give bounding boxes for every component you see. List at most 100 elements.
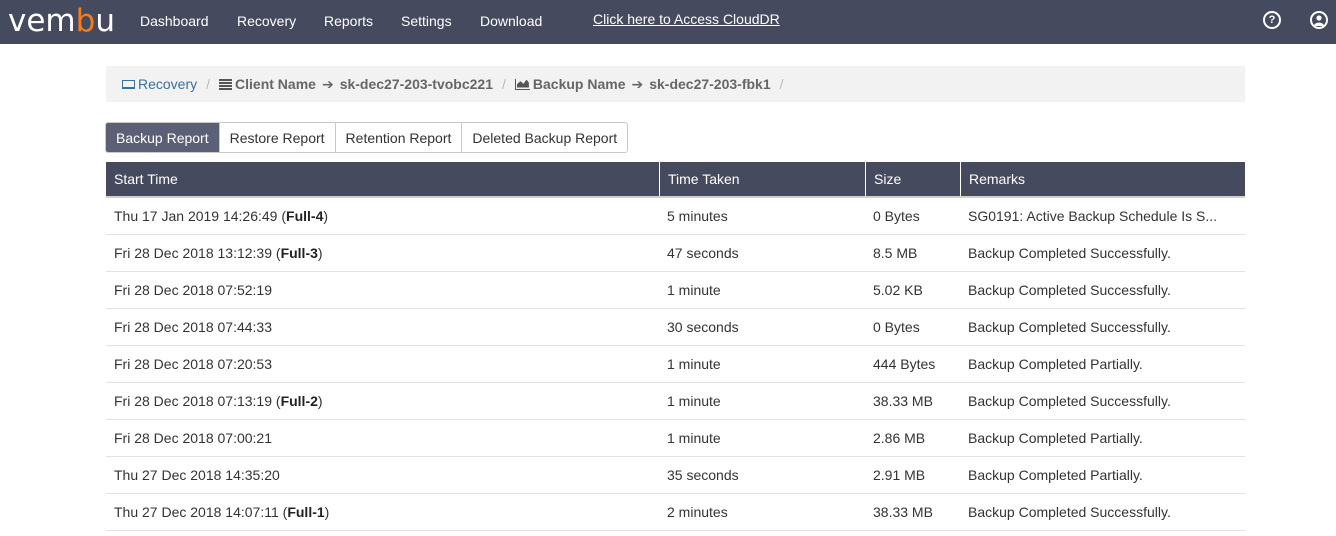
user-icon[interactable] xyxy=(1310,11,1328,29)
cell-size: 8.5 MB xyxy=(873,245,918,261)
cell-remarks: Backup Completed Successfully. xyxy=(968,504,1171,520)
table-row[interactable]: Fri 28 Dec 2018 07:13:19 (Full-2) 1 minut… xyxy=(106,383,1245,420)
cell-time-taken: 1 minute xyxy=(667,430,721,446)
cell-start-time: Fri 28 Dec 2018 07:20:53 xyxy=(106,346,659,382)
backup-type-tag: Full-4 xyxy=(286,208,324,224)
cell-size: 0 Bytes xyxy=(873,208,920,224)
start-time-text: Thu 17 Jan 2019 14:26:49 xyxy=(114,208,278,224)
column-header-time-taken[interactable]: Time Taken xyxy=(659,162,865,196)
logo-text-part3: u xyxy=(95,3,115,39)
nav-reports[interactable]: Reports xyxy=(324,12,373,30)
start-time-text: Thu 27 Dec 2018 14:35:20 xyxy=(114,467,280,483)
cell-remarks: Backup Completed Successfully. xyxy=(968,245,1171,261)
table-row[interactable]: Fri 28 Dec 2018 07:52:19 1 minute 5.02 KB B… xyxy=(106,272,1245,309)
cell-start-time: Thu 17 Jan 2019 14:26:49 (Full-4) xyxy=(106,198,659,234)
logo-text-accent: b xyxy=(75,3,96,39)
tag-paren-open: ( xyxy=(272,245,281,261)
start-time-text: Fri 28 Dec 2018 07:52:19 xyxy=(114,282,272,298)
nav-settings[interactable]: Settings xyxy=(401,12,452,30)
tab-restore-report[interactable]: Restore Report xyxy=(218,123,335,152)
column-header-size[interactable]: Size xyxy=(865,162,960,196)
cell-time-taken: 5 minutes xyxy=(667,208,728,224)
list-icon xyxy=(219,78,233,90)
laptop-icon xyxy=(122,79,135,89)
cell-time-taken: 1 minute xyxy=(667,356,721,372)
cell-size: 0 Bytes xyxy=(873,319,920,335)
start-time-text: Fri 28 Dec 2018 13:12:39 xyxy=(114,245,272,261)
cell-time-taken: 1 minute xyxy=(667,282,721,298)
arrow-right-icon: ➔ xyxy=(631,75,644,92)
column-header-remarks[interactable]: Remarks xyxy=(960,162,1245,196)
table-row[interactable]: Thu 27 Dec 2018 14:35:20 35 seconds 2.91 M… xyxy=(106,457,1245,494)
cell-start-time: Thu 27 Dec 2018 14:07:11 (Full-1) xyxy=(106,494,659,530)
nav-download[interactable]: Download xyxy=(480,12,542,30)
table-row[interactable]: Thu 17 Jan 2019 14:26:49 (Full-4) 5 minut… xyxy=(106,198,1245,235)
table-row[interactable]: Fri 28 Dec 2018 13:12:39 (Full-3) 47 seco… xyxy=(106,235,1245,272)
tag-paren-close: ) xyxy=(317,245,323,261)
breadcrumb-backup-label: Backup Name xyxy=(532,76,626,92)
cell-remarks: Backup Completed Successfully. xyxy=(968,282,1171,298)
cell-remarks: Backup Completed Partially. xyxy=(968,430,1143,446)
cell-size: 2.91 MB xyxy=(873,467,926,483)
top-navbar: vem b u Dashboard Recovery Reports Setting… xyxy=(0,0,1336,44)
breadcrumb-recovery-link[interactable]: Recovery xyxy=(122,76,197,92)
table-header: Start Time Time Taken Size Remarks xyxy=(106,162,1245,198)
logo-text-part1: vem xyxy=(8,3,76,39)
tag-paren-open: ( xyxy=(278,504,288,520)
cell-start-time: Fri 28 Dec 2018 13:12:39 (Full-3) xyxy=(106,235,659,271)
arrow-right-icon: ➔ xyxy=(321,75,334,92)
backup-type-tag: Full-1 xyxy=(287,504,325,520)
breadcrumb-backup: Backup Name ➔ sk-dec27-203-fbk1 xyxy=(514,75,771,93)
cell-size: 38.33 MB xyxy=(873,504,933,520)
start-time-text: Fri 28 Dec 2018 07:00:21 xyxy=(114,430,272,446)
start-time-text: Fri 28 Dec 2018 07:44:33 xyxy=(114,319,272,335)
clouddr-link[interactable]: Click here to Access CloudDR xyxy=(593,11,780,27)
backup-type-tag: Full-3 xyxy=(280,245,318,261)
breadcrumb-client-label: Client Name xyxy=(235,76,316,92)
help-icon[interactable]: ? xyxy=(1263,11,1281,29)
start-time-text: Thu 27 Dec 2018 14:07:11 xyxy=(114,504,279,520)
tag-paren-close: ) xyxy=(324,504,330,520)
breadcrumb-separator: / xyxy=(206,76,211,92)
cell-time-taken: 35 seconds xyxy=(667,467,739,483)
vembu-logo[interactable]: vem b u xyxy=(8,3,115,39)
breadcrumb-backup-value: sk-dec27-203-fbk1 xyxy=(649,76,771,92)
backup-report-table: Start Time Time Taken Size Remarks Thu 1… xyxy=(106,162,1245,531)
cell-remarks: SG0191: Active Backup Schedule Is S... xyxy=(968,208,1218,224)
cell-time-taken: 47 seconds xyxy=(667,245,739,261)
report-tabs: Backup Report Restore Report Retention R… xyxy=(105,122,629,153)
table-body: Thu 17 Jan 2019 14:26:49 (Full-4) 5 minut… xyxy=(106,198,1245,531)
user-glyph-icon xyxy=(1314,15,1324,26)
cell-start-time: Thu 27 Dec 2018 14:35:20 xyxy=(106,457,659,493)
cell-remarks: Backup Completed Partially. xyxy=(968,356,1143,372)
tag-paren-close: ) xyxy=(323,208,329,224)
table-row[interactable]: Thu 27 Dec 2018 14:07:11 (Full-1) 2 minut… xyxy=(106,494,1245,531)
cell-size: 2.86 MB xyxy=(873,430,926,446)
nav-recovery[interactable]: Recovery xyxy=(237,12,296,30)
column-header-start-time[interactable]: Start Time xyxy=(106,162,659,196)
cell-size: 38.33 MB xyxy=(873,393,933,409)
tag-paren-open: ( xyxy=(277,208,287,224)
cell-start-time: Fri 28 Dec 2018 07:52:19 xyxy=(106,272,659,308)
cell-start-time: Fri 28 Dec 2018 07:44:33 xyxy=(106,309,659,345)
breadcrumb-recovery-label: Recovery xyxy=(138,76,198,92)
cell-start-time: Fri 28 Dec 2018 07:13:19 (Full-2) xyxy=(106,383,659,419)
tab-retention-report[interactable]: Retention Report xyxy=(334,123,462,152)
cell-size: 5.02 KB xyxy=(873,282,923,298)
cell-start-time: Fri 28 Dec 2018 07:00:21 xyxy=(106,420,659,456)
area-chart-icon xyxy=(514,78,530,90)
cell-time-taken: 2 minutes xyxy=(667,504,728,520)
table-row[interactable]: Fri 28 Dec 2018 07:20:53 1 minute 444 Byte… xyxy=(106,346,1245,383)
cell-time-taken: 30 seconds xyxy=(667,319,739,335)
tab-backup-report[interactable]: Backup Report xyxy=(106,123,219,152)
cell-size: 444 Bytes xyxy=(873,356,936,372)
table-row[interactable]: Fri 28 Dec 2018 07:44:33 30 seconds 0 Byte… xyxy=(106,309,1245,346)
breadcrumb-separator: / xyxy=(779,76,784,92)
tag-paren-open: ( xyxy=(272,393,281,409)
tab-deleted-backup-report[interactable]: Deleted Backup Report xyxy=(461,123,628,152)
breadcrumb-client-value: sk-dec27-203-tvobc221 xyxy=(339,76,493,92)
table-row[interactable]: Fri 28 Dec 2018 07:00:21 1 minute 2.86 MB B… xyxy=(106,420,1245,457)
nav-dashboard[interactable]: Dashboard xyxy=(140,12,209,30)
start-time-text: Fri 28 Dec 2018 07:20:53 xyxy=(114,356,272,372)
start-time-text: Fri 28 Dec 2018 07:13:19 xyxy=(114,393,272,409)
